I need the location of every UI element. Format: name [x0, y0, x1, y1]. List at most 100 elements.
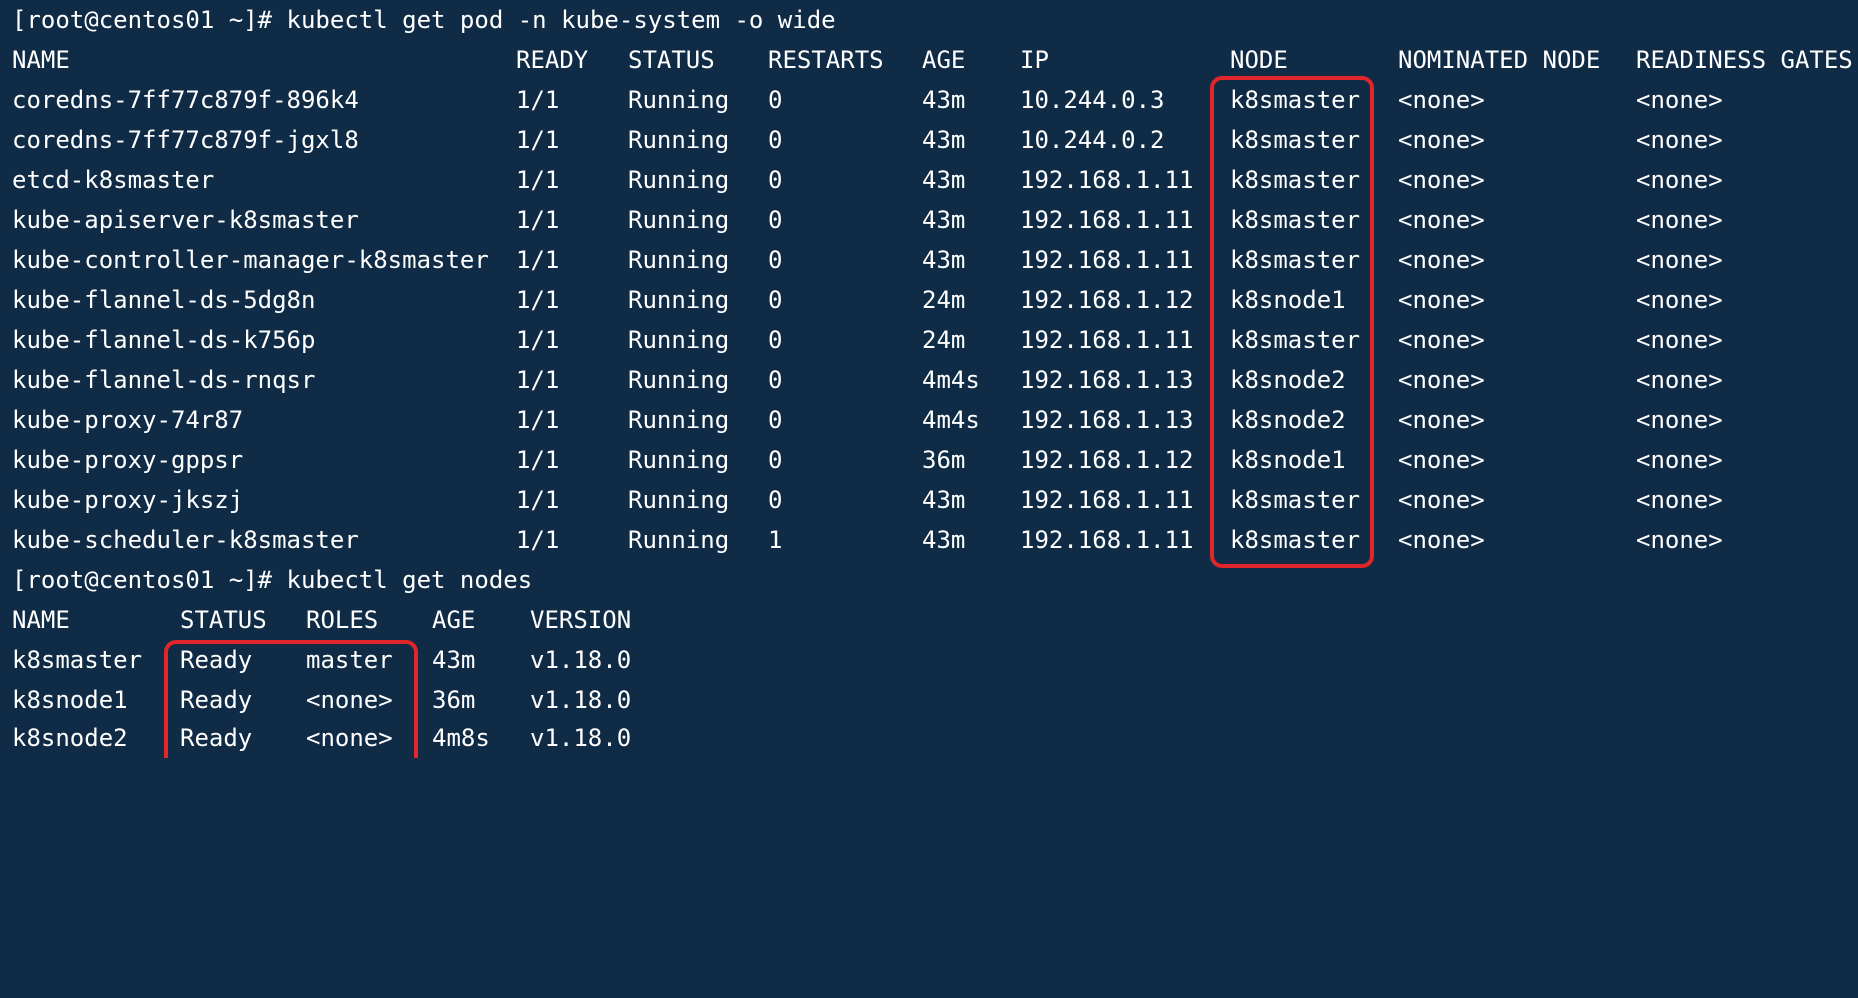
pod-status: Running	[628, 486, 730, 514]
pod-ip: 192.168.1.11	[1020, 486, 1194, 514]
pod-readiness-gates: <none>	[1636, 126, 1723, 154]
pod-node: k8smaster	[1230, 246, 1361, 274]
pod-ip: 192.168.1.11	[1020, 206, 1194, 234]
node-version: v1.18.0	[530, 646, 632, 674]
pod-nominated-node: <none>	[1398, 326, 1485, 354]
pod-readiness-gates: <none>	[1636, 206, 1723, 234]
pod-age: 43m	[922, 246, 966, 274]
col-node-header: NODE	[1230, 46, 1288, 74]
pod-status: Running	[628, 366, 730, 394]
pod-name: kube-flannel-ds-k756p	[12, 326, 316, 354]
node-roles: <none>	[306, 724, 393, 752]
pod-row: kube-flannel-ds-k756p 1/1 Running 0 24m …	[12, 320, 1852, 360]
terminal-window[interactable]: [root@centos01 ~]# kubectl get pod -n ku…	[0, 0, 1858, 758]
col-name-header: NAME	[12, 46, 70, 74]
pod-restarts: 0	[768, 86, 783, 114]
pod-restarts: 0	[768, 246, 783, 274]
pod-restarts: 0	[768, 206, 783, 234]
pod-readiness-gates: <none>	[1636, 86, 1723, 114]
node-roles: <none>	[306, 686, 393, 714]
col-status-header: STATUS	[628, 46, 715, 74]
command-line-pods: [root@centos01 ~]# kubectl get pod -n ku…	[12, 6, 836, 34]
pod-age: 4m4s	[922, 406, 980, 434]
pod-node: k8snode1	[1230, 446, 1346, 474]
pod-restarts: 0	[768, 486, 783, 514]
nodes-header-row: NAME STATUS ROLES AGE VERSION	[12, 600, 712, 640]
pod-node: k8smaster	[1230, 166, 1361, 194]
pod-node: k8smaster	[1230, 206, 1361, 234]
pod-readiness-gates: <none>	[1636, 286, 1723, 314]
pod-nominated-node: <none>	[1398, 286, 1485, 314]
pod-readiness-gates: <none>	[1636, 526, 1723, 554]
pod-ready: 1/1	[516, 206, 560, 234]
pod-name: coredns-7ff77c879f-896k4	[12, 86, 359, 114]
pod-row: coredns-7ff77c879f-jgxl8 1/1 Running 0 4…	[12, 120, 1852, 160]
pod-name: kube-proxy-gppsr	[12, 446, 244, 474]
pod-ip: 192.168.1.13	[1020, 406, 1194, 434]
pod-ready: 1/1	[516, 286, 560, 314]
pod-restarts: 0	[768, 286, 783, 314]
pod-name: etcd-k8smaster	[12, 166, 215, 194]
pod-ready: 1/1	[516, 486, 560, 514]
pod-row: kube-proxy-jkszj 1/1 Running 0 43m 192.1…	[12, 480, 1852, 520]
col-version-header: VERSION	[530, 606, 632, 634]
pod-readiness-gates: <none>	[1636, 326, 1723, 354]
pod-readiness-gates: <none>	[1636, 166, 1723, 194]
pod-name: kube-scheduler-k8smaster	[12, 526, 359, 554]
pod-age: 43m	[922, 206, 966, 234]
node-version: v1.18.0	[530, 724, 632, 752]
pod-restarts: 0	[768, 406, 783, 434]
pods-header-row: NAME READY STATUS RESTARTS AGE IP NODE N…	[12, 40, 1853, 80]
pod-row: etcd-k8smaster 1/1 Running 0 43m 192.168…	[12, 160, 1852, 200]
pod-status: Running	[628, 326, 730, 354]
pod-ip: 192.168.1.12	[1020, 446, 1194, 474]
pod-row: kube-proxy-74r87 1/1 Running 0 4m4s 192.…	[12, 400, 1852, 440]
pod-nominated-node: <none>	[1398, 206, 1485, 234]
pod-age: 24m	[922, 326, 966, 354]
pod-restarts: 0	[768, 166, 783, 194]
pod-restarts: 0	[768, 126, 783, 154]
pod-node: k8smaster	[1230, 126, 1361, 154]
pod-ready: 1/1	[516, 246, 560, 274]
pod-restarts: 0	[768, 366, 783, 394]
pod-ip: 10.244.0.2	[1020, 126, 1165, 154]
pod-readiness-gates: <none>	[1636, 406, 1723, 434]
pod-ip: 192.168.1.11	[1020, 166, 1194, 194]
pod-row: kube-controller-manager-k8smaster 1/1 Ru…	[12, 240, 1852, 280]
pod-node: k8snode2	[1230, 366, 1346, 394]
pod-node: k8smaster	[1230, 86, 1361, 114]
pod-name: kube-proxy-jkszj	[12, 486, 244, 514]
pod-age: 43m	[922, 526, 966, 554]
pod-status: Running	[628, 166, 730, 194]
pod-ip: 10.244.0.3	[1020, 86, 1165, 114]
col-ip-header: IP	[1020, 46, 1049, 74]
pod-row: kube-proxy-gppsr 1/1 Running 0 36m 192.1…	[12, 440, 1852, 480]
col-age-header: AGE	[922, 46, 966, 74]
pod-status: Running	[628, 446, 730, 474]
pod-ready: 1/1	[516, 526, 560, 554]
pod-nominated-node: <none>	[1398, 246, 1485, 274]
pod-ip: 192.168.1.13	[1020, 366, 1194, 394]
pod-row: kube-scheduler-k8smaster 1/1 Running 1 4…	[12, 520, 1852, 560]
pod-nominated-node: <none>	[1398, 126, 1485, 154]
pod-nominated-node: <none>	[1398, 446, 1485, 474]
col-status-header: STATUS	[180, 606, 267, 634]
pod-age: 24m	[922, 286, 966, 314]
pod-ready: 1/1	[516, 86, 560, 114]
pod-age: 4m4s	[922, 366, 980, 394]
pod-nominated-node: <none>	[1398, 166, 1485, 194]
pod-age: 43m	[922, 486, 966, 514]
node-age: 43m	[432, 646, 476, 674]
pod-status: Running	[628, 526, 730, 554]
pod-readiness-gates: <none>	[1636, 246, 1723, 274]
pod-row: coredns-7ff77c879f-896k4 1/1 Running 0 4…	[12, 80, 1852, 120]
pod-age: 36m	[922, 446, 966, 474]
col-restarts-header: RESTARTS	[768, 46, 884, 74]
pod-name: kube-flannel-ds-rnqsr	[12, 366, 316, 394]
col-name-header: NAME	[12, 606, 70, 634]
pod-node: k8smaster	[1230, 326, 1361, 354]
pod-node: k8smaster	[1230, 486, 1361, 514]
pod-restarts: 0	[768, 326, 783, 354]
pod-restarts: 0	[768, 446, 783, 474]
pod-status: Running	[628, 286, 730, 314]
